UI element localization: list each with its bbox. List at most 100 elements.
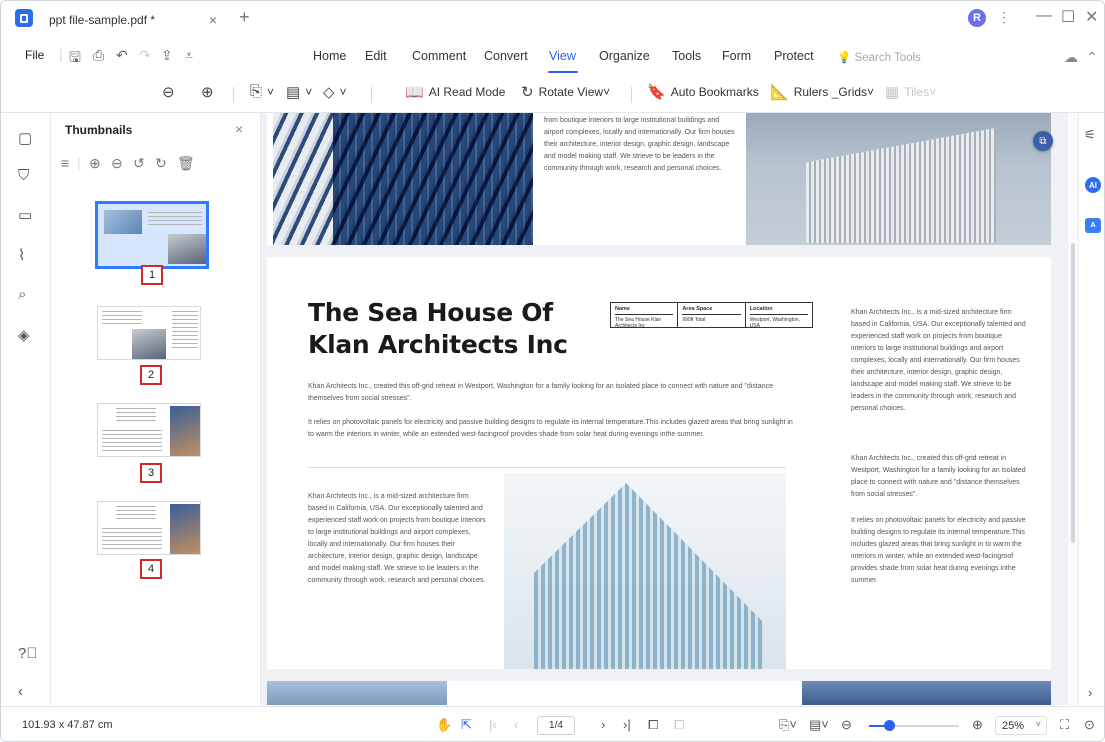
undo-icon[interactable]: ↶ [116, 47, 128, 64]
print-icon[interactable]: ⎙ [93, 47, 104, 64]
first-page-icon[interactable]: |‹ [489, 717, 497, 732]
attachment-panel-icon[interactable]: ⌇ [18, 246, 25, 264]
menu-form[interactable]: Form [722, 49, 751, 63]
share-icon[interactable]: ⇪ [161, 47, 173, 64]
search-panel-icon[interactable]: ⌕ [18, 286, 26, 303]
rotate-view-button[interactable]: ↻ Rotate View ˅ [521, 83, 610, 101]
delete-page-icon[interactable]: 🗑 [177, 155, 195, 172]
thumbnail-panel-icon[interactable]: ▢ [18, 129, 32, 147]
menu-comment[interactable]: Comment [412, 49, 466, 63]
info-table-column: Name The Sea House Klan Architects Inc [611, 303, 679, 329]
maximize-icon[interactable]: ☐ [1061, 7, 1075, 27]
zoom-slider-handle[interactable] [884, 720, 895, 731]
redo-icon[interactable]: ↷ [139, 47, 151, 64]
page-layout-dropdown-icon[interactable]: ▤˅ [809, 717, 829, 733]
zoom-level-select[interactable]: 25% ˅ [995, 716, 1047, 735]
cloud-icon[interactable]: ☁ [1064, 49, 1078, 66]
ai-translate-icon[interactable]: A [1085, 218, 1101, 233]
info-table-header: Area Space [682, 306, 741, 315]
rulers-grids-button[interactable]: 📐 Rulers _Grids ˅ [770, 83, 874, 101]
more-options-icon[interactable]: ⊙ [1084, 717, 1095, 733]
last-page-icon[interactable]: ›| [623, 717, 631, 732]
two-page-view-icon[interactable]: ⧠ [674, 717, 684, 733]
thumbnail-zoom-out-icon[interactable]: ⊖ [111, 155, 123, 172]
scroll-mode-button[interactable]: ▤ ˅ [286, 83, 312, 101]
collapse-ribbon-icon[interactable]: ⌃ [1086, 49, 1098, 66]
document-tab[interactable]: ppt file-sample.pdf * × [49, 7, 225, 33]
window-close-icon[interactable]: ✕ [1085, 7, 1098, 27]
new-tab-plus-icon[interactable]: + [239, 7, 250, 27]
thumbnail-tools-divider: | [77, 155, 81, 171]
expand-right-icon[interactable]: › [1088, 685, 1092, 700]
help-icon[interactable]: ?⃝ [18, 645, 38, 662]
scrollbar-thumb[interactable] [1071, 243, 1075, 543]
page-dimensions: 101.93 x 47.87 cm [22, 719, 113, 731]
search-tools-field[interactable]: 💡 Search Tools [837, 50, 921, 64]
thumbnail-menu-icon[interactable]: ≡ [61, 155, 69, 171]
status-zoom-out-icon[interactable]: ⊖ [841, 717, 852, 733]
menu-protect[interactable]: Protect [774, 49, 814, 63]
menu-organize[interactable]: Organize [599, 49, 650, 63]
menu-edit[interactable]: Edit [365, 49, 387, 63]
quick-access-dropdown-icon[interactable]: ⩡ [185, 47, 193, 64]
page-display-button[interactable]: ⎘ ˅ [250, 83, 274, 100]
close-panel-icon[interactable]: × [235, 121, 243, 137]
close-tab-icon[interactable]: × [209, 12, 217, 28]
menu-home[interactable]: Home [313, 49, 346, 63]
search-tools-bulb-icon: 💡 [837, 52, 852, 64]
rotate-view-label: Rotate View [538, 85, 604, 99]
ai-assistant-float-icon[interactable]: ⧉ [1033, 131, 1053, 151]
page-number-input[interactable]: 1/4 [537, 716, 575, 735]
minimize-icon[interactable]: — [1036, 7, 1052, 25]
page-thumbnail-3[interactable] [97, 403, 201, 457]
building-photo-left [273, 113, 533, 245]
bookmark-panel-icon[interactable]: ⛉ [18, 167, 29, 184]
thumbnail-image [132, 329, 166, 359]
next-page-icon[interactable]: › [601, 717, 605, 732]
document-canvas[interactable]: from boutique interiors to large institu… [261, 113, 1068, 705]
auto-bookmarks-label: Auto Bookmarks [670, 85, 759, 99]
document-page-1: from boutique interiors to large institu… [267, 113, 1051, 245]
search-tools-placeholder: Search Tools [854, 52, 921, 64]
rulers-grids-label: Rulers _Grids [793, 85, 868, 99]
auto-bookmarks-button[interactable]: 🔖 Auto Bookmarks [647, 83, 759, 101]
page-thumbnail-2[interactable] [97, 306, 201, 360]
menu-convert[interactable]: Convert [484, 49, 528, 63]
right-column-paragraph-2: Khan Architects Inc., created this off-g… [851, 455, 1026, 498]
rotate-right-icon[interactable]: ↻ [155, 155, 167, 172]
page-thumbnail-4[interactable] [97, 501, 201, 555]
thumbnail-text-lines [102, 528, 162, 550]
info-table-column: Area Space 990ft Total [678, 303, 746, 327]
vertical-scrollbar[interactable] [1068, 113, 1078, 705]
more-vertical-icon[interactable]: ⋮ [997, 9, 1011, 26]
zoom-in-button[interactable]: ⊕ [201, 83, 219, 101]
select-tool-icon[interactable]: ⇱ [461, 717, 472, 733]
properties-settings-icon[interactable]: ⚟ [1084, 127, 1096, 143]
hand-tool-icon[interactable]: ✋ [436, 717, 452, 733]
book-icon: 📖 [405, 84, 424, 101]
page-thumbnail-1[interactable] [95, 201, 209, 269]
headline-line-1: The Sea House Of [308, 298, 553, 327]
document-tab-title: ppt file-sample.pdf * [49, 13, 156, 27]
menu-view[interactable]: View [549, 49, 576, 63]
menu-tools[interactable]: Tools [672, 49, 701, 63]
fit-page-dropdown-icon[interactable]: ⎘˅ [779, 717, 797, 733]
comment-panel-icon[interactable]: ▭ [18, 206, 32, 224]
single-page-view-icon[interactable]: ⧠ [648, 717, 658, 733]
zoom-out-button[interactable]: ⊖ [162, 83, 180, 101]
previous-page-icon[interactable]: ‹ [514, 717, 518, 732]
project-info-table: Name The Sea House Klan Architects Inc Ar… [610, 302, 813, 329]
status-zoom-in-icon[interactable]: ⊕ [972, 717, 983, 733]
tiles-button[interactable]: ▦ Tiles ˅ [885, 83, 936, 101]
background-color-button[interactable]: ◇ ˅ [323, 83, 347, 101]
collapse-left-icon[interactable]: ‹ [18, 683, 23, 700]
ai-read-mode-button[interactable]: 📖 AI Read Mode [405, 83, 505, 101]
rotate-left-icon[interactable]: ↺ [133, 155, 145, 172]
thumbnail-zoom-in-icon[interactable]: ⊕ [89, 155, 101, 172]
save-icon[interactable]: 🖫 [69, 47, 81, 71]
menu-file[interactable]: File [25, 48, 44, 62]
ai-assistant-icon[interactable]: AI [1085, 177, 1101, 193]
layers-panel-icon[interactable]: ◈ [18, 326, 30, 344]
avatar[interactable]: R [968, 9, 986, 27]
fullscreen-icon[interactable]: ⛶ [1060, 717, 1069, 733]
